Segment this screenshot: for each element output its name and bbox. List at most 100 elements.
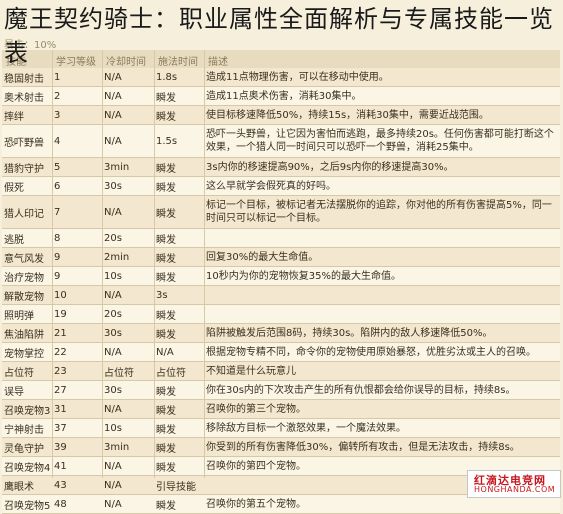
skill-cast: 瞬发	[156, 253, 176, 265]
skill-cast: N/A	[156, 346, 174, 358]
skill-name: 猎豹守护	[4, 163, 44, 175]
table-row: 稳固射击 1 N/A 1.8s 造成11点物理伤害，可以在移动中使用。	[2, 68, 560, 87]
skill-cast: 瞬发	[156, 443, 176, 455]
skill-cast: 瞬发	[156, 272, 176, 284]
skill-name: 摔绊	[4, 111, 24, 123]
page-title: 魔王契约骑士：职业属性全面解析与专属技能一览表	[4, 5, 554, 67]
skill-cooldown: N/A	[104, 346, 122, 358]
skill-cooldown: 30s	[104, 384, 122, 396]
skill-cast: 瞬发	[156, 182, 176, 194]
skill-name: 宠物掌控	[4, 348, 44, 360]
table-row: 误导 27 30s 瞬发 你在30s内的下次攻击产生的所有仇恨都会给你误导的目标，持续8…	[2, 381, 560, 400]
skill-cast: 瞬发	[156, 208, 176, 220]
skill-name: 鹰眼术	[4, 481, 34, 493]
skill-cooldown: N/A	[104, 71, 122, 83]
skill-desc: 根据宠物专精不同，命令你的宠物使用原始暴怒，优胜劣汰或主人的召唤。	[206, 346, 536, 358]
skill-desc: 造成11点奥术伤害，消耗30集中。	[206, 90, 362, 102]
skill-name: 解散宠物	[4, 291, 44, 303]
skill-desc: 标记一个目标，被标记者无法摆脱你的追踪，你对他的所有伤害提高5%，同一时间只可以…	[206, 200, 552, 224]
skill-level: 22	[54, 346, 67, 358]
skill-cast: 1.8s	[156, 71, 178, 83]
table-row: 占位符 23 占位符 占位符 不知道是什么玩意儿	[2, 362, 560, 381]
table-row: 奥术射击 2 N/A 瞬发 造成11点奥术伤害，消耗30集中。	[2, 87, 560, 106]
table-row: 恐吓野兽 4 N/A 1.5s 恐吓一头野兽，让它因为害怕而逃跑，最多持续20s。任何伤…	[2, 125, 560, 158]
skill-name: 灵龟守护	[4, 443, 44, 455]
skill-level: 2	[54, 90, 61, 102]
skill-name: 稳固射击	[4, 73, 44, 85]
skill-cooldown: 占位符	[104, 367, 134, 379]
skill-level: 7	[54, 206, 61, 218]
skill-cast: 占位符	[156, 367, 186, 379]
skill-cast: 3s	[156, 289, 168, 301]
skill-desc: 3s内你的移速提高90%，之后9s内你的移速提高30%。	[206, 161, 454, 173]
skill-name: 假死	[4, 182, 24, 194]
skill-name: 宁神射击	[4, 424, 44, 436]
table-row: 摔绊 3 N/A 瞬发 使目标移速降低50%，持续15s，消耗30集中，需要近战范围。	[2, 106, 560, 125]
skill-level: 5	[54, 161, 61, 173]
table-row: 宁神射击 37 10s 瞬发 移除敌方目标一个激怒效果，一个魔法效果。	[2, 419, 560, 438]
skill-cooldown: N/A	[104, 109, 122, 121]
table-row: 逃脱 8 20s 瞬发	[2, 229, 560, 248]
table-row: 宠物掌控 22 N/A N/A 根据宠物专精不同，命令你的宠物使用原始暴怒，优胜劣汰或主…	[2, 343, 560, 362]
table-row: 猎人印记 7 N/A 瞬发 标记一个目标，被标记者无法摆脱你的追踪，你对他的所有伤害提高…	[2, 196, 560, 229]
skill-level: 27	[54, 384, 67, 396]
skill-cast: 瞬发	[156, 163, 176, 175]
skill-cooldown: N/A	[104, 498, 122, 510]
skill-desc: 这么早就学会假死真的好吗。	[206, 180, 336, 192]
skill-cast: 瞬发	[156, 424, 176, 436]
skill-level: 21	[54, 327, 67, 339]
skill-cast: 引导技能	[156, 481, 196, 493]
skill-level: 37	[54, 422, 67, 434]
skill-desc: 不知道是什么玩意儿	[206, 365, 296, 377]
skill-level: 41	[54, 460, 67, 472]
table-row: 灵龟守护 39 3min 瞬发 你受到的所有伤害降低30%，偏转所有攻击，但是无法攻击，…	[2, 438, 560, 457]
skill-cooldown: 2min	[104, 251, 130, 263]
skill-name: 奥术射击	[4, 92, 44, 104]
skill-table: 稳固射击 1 N/A 1.8s 造成11点物理伤害，可以在移动中使用。 奥术射击 2 N/A 瞬…	[2, 68, 560, 514]
skill-level: 9	[54, 251, 61, 263]
skill-cooldown: N/A	[104, 90, 122, 102]
table-row: 解散宠物 10 N/A 3s	[2, 286, 560, 305]
skill-level: 9	[54, 270, 61, 282]
skill-name: 逃脱	[4, 234, 24, 246]
skill-name: 治疗宠物	[4, 272, 44, 284]
table-row: 召唤宠物3 31 N/A 瞬发 召唤你的第三个宠物。	[2, 400, 560, 419]
skill-cooldown: N/A	[104, 479, 122, 491]
skill-desc	[206, 305, 558, 323]
skill-desc: 你在30s内的下次攻击产生的所有仇恨都会给你误导的目标，持续8s。	[206, 384, 516, 396]
skill-level: 10	[54, 289, 67, 301]
skill-cooldown: 20s	[104, 232, 122, 244]
skill-level: 48	[54, 498, 67, 510]
skill-level: 4	[54, 135, 61, 147]
table-row: 意气风发 9 2min 瞬发 回复30%的最大生命值。	[2, 248, 560, 267]
table-row: 假死 6 30s 瞬发 这么早就学会假死真的好吗。	[2, 177, 560, 196]
skill-desc: 恐吓一头野兽，让它因为害怕而逃跑，最多持续20s。任何伤害都可能打断这个效果，一…	[206, 129, 554, 153]
skill-level: 19	[54, 308, 67, 320]
skill-name: 误导	[4, 386, 24, 398]
watermark-en: HONGHANDA.COM	[474, 485, 556, 494]
skill-level: 43	[54, 479, 67, 491]
skill-level: 23	[54, 365, 67, 377]
skill-desc	[206, 286, 558, 304]
skill-cooldown: 30s	[104, 180, 122, 192]
skill-name: 焦油陷阱	[4, 329, 44, 341]
skill-name: 意气风发	[4, 253, 44, 265]
skill-cast: 瞬发	[156, 111, 176, 123]
skill-cast: 瞬发	[156, 310, 176, 322]
skill-cooldown: 3min	[104, 161, 130, 173]
skill-level: 6	[54, 180, 61, 192]
skill-cast: 瞬发	[156, 329, 176, 341]
skill-cast: 瞬发	[156, 500, 176, 512]
skill-desc: 回复30%的最大生命值。	[206, 251, 319, 263]
skill-desc: 移除敌方目标一个激怒效果，一个魔法效果。	[206, 422, 406, 434]
skill-cooldown: N/A	[104, 403, 122, 415]
skill-level: 8	[54, 232, 61, 244]
skill-cooldown: N/A	[104, 460, 122, 472]
skill-name: 召唤宠物4	[4, 462, 51, 474]
skill-level: 31	[54, 403, 67, 415]
skill-level: 39	[54, 441, 67, 453]
skill-desc: 陷阱被触发后范围8码，持续30s。陷阱内的敌人移速降低50%。	[206, 327, 493, 339]
site-watermark: 红滴达电竞网 HONGHANDA.COM	[467, 470, 561, 498]
skill-name: 猎人印记	[4, 208, 44, 220]
skill-desc: 召唤你的第三个宠物。	[206, 403, 306, 415]
